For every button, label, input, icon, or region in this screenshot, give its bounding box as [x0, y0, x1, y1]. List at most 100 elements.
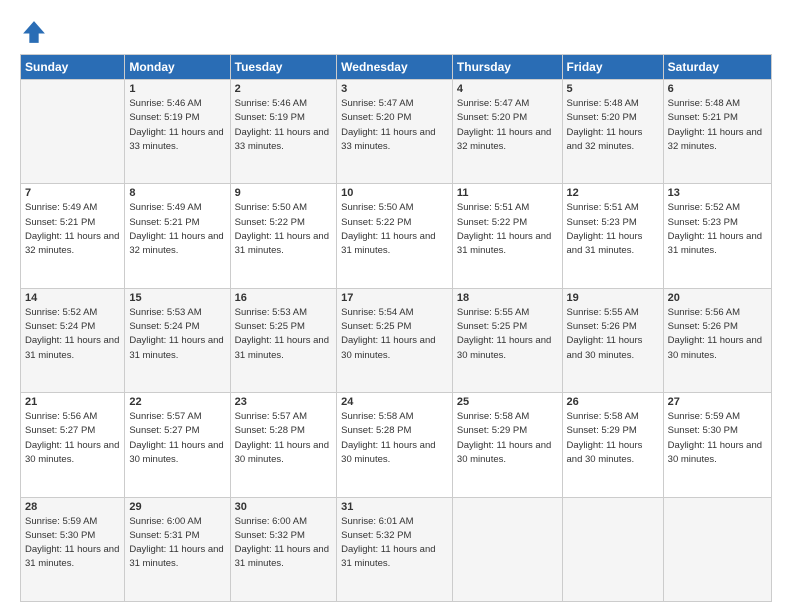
day-info: Sunrise: 5:47 AMSunset: 5:20 PMDaylight:…: [341, 97, 448, 154]
day-cell: 24Sunrise: 5:58 AMSunset: 5:28 PMDayligh…: [337, 393, 453, 497]
day-number: 20: [668, 292, 767, 304]
day-number: 10: [341, 187, 448, 199]
day-info: Sunrise: 5:53 AMSunset: 5:24 PMDaylight:…: [129, 306, 225, 363]
day-cell: 14 Sunrise: 5:52 AMSunset: 5:24 PMDayligh…: [21, 288, 125, 392]
day-cell: [562, 497, 663, 601]
day-number: 27: [668, 396, 767, 408]
day-info: Sunrise: 5:51 AMSunset: 5:22 PMDaylight:…: [457, 201, 558, 258]
day-cell: 20 Sunrise: 5:56 AMSunset: 5:26 PMDayligh…: [663, 288, 771, 392]
day-cell: 11Sunrise: 5:51 AMSunset: 5:22 PMDayligh…: [452, 184, 562, 288]
day-info: Sunrise: 5:52 AMSunset: 5:24 PMDaylight:…: [25, 306, 120, 363]
header-cell-saturday: Saturday: [663, 55, 771, 80]
day-cell: 30 Sunrise: 6:00 AMSunset: 5:32 PMDayligh…: [230, 497, 337, 601]
day-cell: [663, 497, 771, 601]
week-row-1: 1Sunrise: 5:46 AMSunset: 5:19 PMDaylight…: [21, 80, 772, 184]
day-number: 15: [129, 292, 225, 304]
day-info: Sunrise: 6:00 AMSunset: 5:31 PMDaylight:…: [129, 515, 225, 572]
day-info: Sunrise: 5:59 AMSunset: 5:30 PMDaylight:…: [25, 515, 120, 572]
day-number: 3: [341, 83, 448, 95]
day-cell: 17 Sunrise: 5:54 AMSunset: 5:25 PMDayligh…: [337, 288, 453, 392]
day-info: Sunrise: 5:49 AMSunset: 5:21 PMDaylight:…: [129, 201, 225, 258]
day-info: Sunrise: 5:54 AMSunset: 5:25 PMDaylight:…: [341, 306, 448, 363]
page: SundayMondayTuesdayWednesdayThursdayFrid…: [0, 0, 792, 612]
header-cell-sunday: Sunday: [21, 55, 125, 80]
day-cell: 21Sunrise: 5:56 AMSunset: 5:27 PMDayligh…: [21, 393, 125, 497]
header-cell-tuesday: Tuesday: [230, 55, 337, 80]
day-info: Sunrise: 5:51 AMSunset: 5:23 PMDaylight:…: [567, 201, 659, 258]
day-cell: 8 Sunrise: 5:49 AMSunset: 5:21 PMDaylight…: [125, 184, 230, 288]
day-number: 14: [25, 292, 120, 304]
day-cell: [21, 80, 125, 184]
logo-icon: [20, 18, 48, 46]
day-number: 26: [567, 396, 659, 408]
day-info: Sunrise: 5:58 AMSunset: 5:29 PMDaylight:…: [457, 410, 558, 467]
week-row-3: 14 Sunrise: 5:52 AMSunset: 5:24 PMDayligh…: [21, 288, 772, 392]
day-info: Sunrise: 5:57 AMSunset: 5:28 PMDaylight:…: [235, 410, 333, 467]
day-number: 5: [567, 83, 659, 95]
header-row: SundayMondayTuesdayWednesdayThursdayFrid…: [21, 55, 772, 80]
day-cell: 25 Sunrise: 5:58 AMSunset: 5:29 PMDayligh…: [452, 393, 562, 497]
day-info: Sunrise: 5:56 AMSunset: 5:26 PMDaylight:…: [668, 306, 767, 363]
day-info: Sunrise: 5:59 AMSunset: 5:30 PMDaylight:…: [668, 410, 767, 467]
day-info: Sunrise: 5:50 AMSunset: 5:22 PMDaylight:…: [235, 201, 333, 258]
logo: [20, 18, 52, 46]
day-number: 19: [567, 292, 659, 304]
day-cell: 5 Sunrise: 5:48 AMSunset: 5:20 PMDaylight…: [562, 80, 663, 184]
day-info: Sunrise: 5:46 AMSunset: 5:19 PMDaylight:…: [129, 97, 225, 154]
day-cell: 19 Sunrise: 5:55 AMSunset: 5:26 PMDayligh…: [562, 288, 663, 392]
day-info: Sunrise: 6:00 AMSunset: 5:32 PMDaylight:…: [235, 515, 333, 572]
day-info: Sunrise: 5:46 AMSunset: 5:19 PMDaylight:…: [235, 97, 333, 154]
day-number: 22: [129, 396, 225, 408]
header: [20, 18, 772, 46]
day-info: Sunrise: 5:49 AMSunset: 5:21 PMDaylight:…: [25, 201, 120, 258]
day-cell: 6 Sunrise: 5:48 AMSunset: 5:21 PMDaylight…: [663, 80, 771, 184]
day-info: Sunrise: 5:58 AMSunset: 5:29 PMDaylight:…: [567, 410, 659, 467]
day-number: 12: [567, 187, 659, 199]
day-number: 13: [668, 187, 767, 199]
day-cell: 2 Sunrise: 5:46 AMSunset: 5:19 PMDaylight…: [230, 80, 337, 184]
day-number: 4: [457, 83, 558, 95]
day-number: 16: [235, 292, 333, 304]
header-cell-friday: Friday: [562, 55, 663, 80]
day-number: 31: [341, 501, 448, 513]
week-row-4: 21Sunrise: 5:56 AMSunset: 5:27 PMDayligh…: [21, 393, 772, 497]
header-cell-monday: Monday: [125, 55, 230, 80]
day-info: Sunrise: 6:01 AMSunset: 5:32 PMDaylight:…: [341, 515, 448, 572]
day-cell: 27 Sunrise: 5:59 AMSunset: 5:30 PMDayligh…: [663, 393, 771, 497]
day-cell: 4 Sunrise: 5:47 AMSunset: 5:20 PMDaylight…: [452, 80, 562, 184]
week-row-2: 7 Sunrise: 5:49 AMSunset: 5:21 PMDaylight…: [21, 184, 772, 288]
day-cell: 1Sunrise: 5:46 AMSunset: 5:19 PMDaylight…: [125, 80, 230, 184]
day-cell: 23Sunrise: 5:57 AMSunset: 5:28 PMDayligh…: [230, 393, 337, 497]
day-info: Sunrise: 5:48 AMSunset: 5:21 PMDaylight:…: [668, 97, 767, 154]
day-info: Sunrise: 5:50 AMSunset: 5:22 PMDaylight:…: [341, 201, 448, 258]
day-cell: 9 Sunrise: 5:50 AMSunset: 5:22 PMDaylight…: [230, 184, 337, 288]
day-cell: 10 Sunrise: 5:50 AMSunset: 5:22 PMDayligh…: [337, 184, 453, 288]
day-number: 29: [129, 501, 225, 513]
day-number: 28: [25, 501, 120, 513]
day-number: 18: [457, 292, 558, 304]
day-cell: 22 Sunrise: 5:57 AMSunset: 5:27 PMDayligh…: [125, 393, 230, 497]
day-number: 21: [25, 396, 120, 408]
day-info: Sunrise: 5:53 AMSunset: 5:25 PMDaylight:…: [235, 306, 333, 363]
day-number: 6: [668, 83, 767, 95]
day-number: 25: [457, 396, 558, 408]
day-info: Sunrise: 5:48 AMSunset: 5:20 PMDaylight:…: [567, 97, 659, 154]
day-info: Sunrise: 5:47 AMSunset: 5:20 PMDaylight:…: [457, 97, 558, 154]
day-cell: 26 Sunrise: 5:58 AMSunset: 5:29 PMDayligh…: [562, 393, 663, 497]
day-info: Sunrise: 5:57 AMSunset: 5:27 PMDaylight:…: [129, 410, 225, 467]
day-number: 7: [25, 187, 120, 199]
day-info: Sunrise: 5:55 AMSunset: 5:26 PMDaylight:…: [567, 306, 659, 363]
day-cell: 16 Sunrise: 5:53 AMSunset: 5:25 PMDayligh…: [230, 288, 337, 392]
day-cell: 31 Sunrise: 6:01 AMSunset: 5:32 PMDayligh…: [337, 497, 453, 601]
day-number: 30: [235, 501, 333, 513]
day-cell: [452, 497, 562, 601]
day-info: Sunrise: 5:52 AMSunset: 5:23 PMDaylight:…: [668, 201, 767, 258]
day-number: 8: [129, 187, 225, 199]
day-number: 9: [235, 187, 333, 199]
day-cell: 29 Sunrise: 6:00 AMSunset: 5:31 PMDayligh…: [125, 497, 230, 601]
day-number: 2: [235, 83, 333, 95]
day-cell: 28 Sunrise: 5:59 AMSunset: 5:30 PMDayligh…: [21, 497, 125, 601]
header-cell-wednesday: Wednesday: [337, 55, 453, 80]
day-cell: 7 Sunrise: 5:49 AMSunset: 5:21 PMDaylight…: [21, 184, 125, 288]
day-number: 17: [341, 292, 448, 304]
